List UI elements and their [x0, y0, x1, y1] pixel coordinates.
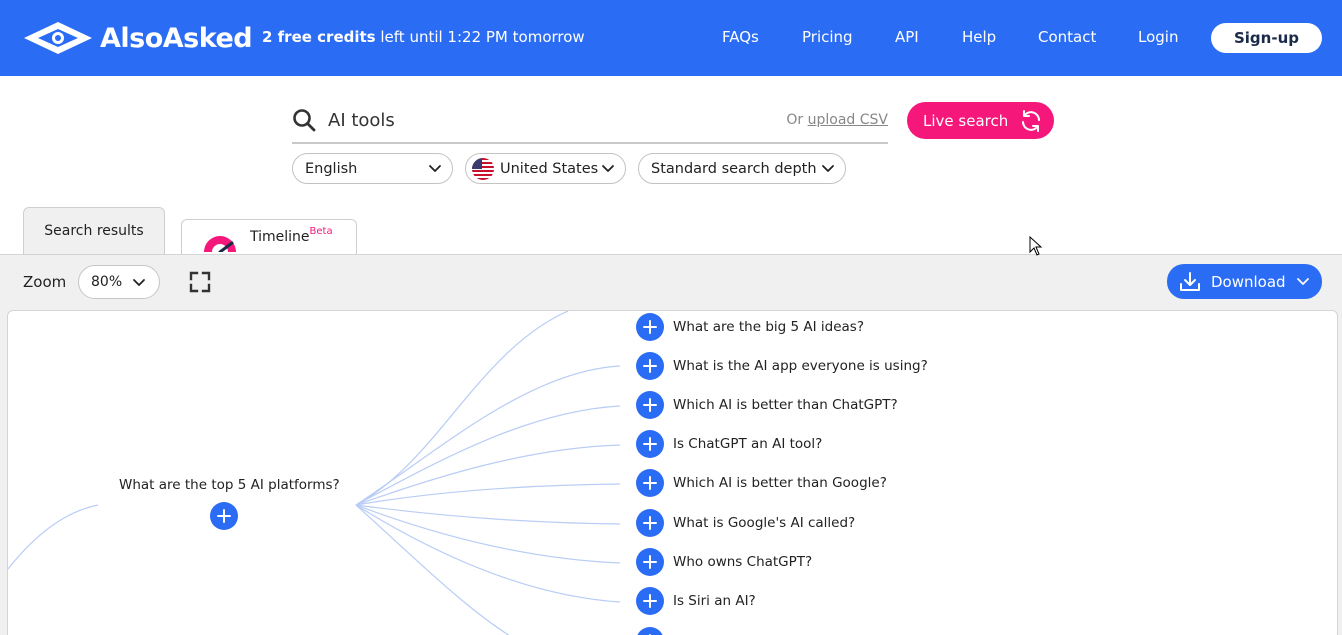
nav-api[interactable]: API	[895, 28, 919, 46]
chevron-down-icon	[133, 279, 145, 286]
upload-csv-option: Or upload CSV	[786, 112, 888, 128]
signup-button[interactable]: Sign-up	[1211, 23, 1322, 53]
search-icon	[293, 109, 316, 132]
chevron-down-icon	[1297, 278, 1309, 285]
us-flag-icon	[472, 157, 494, 180]
child-question: What are the big 5 AI ideas?	[636, 313, 864, 341]
expand-question-button[interactable]	[636, 391, 664, 419]
or-text: Or	[786, 112, 804, 128]
chevron-down-icon	[822, 165, 834, 172]
chevron-down-icon	[429, 165, 441, 172]
timeline-gauge-icon	[204, 236, 236, 252]
child-question: Which AI is better than Google?	[636, 469, 887, 497]
nav-help[interactable]: Help	[962, 28, 996, 46]
question-text[interactable]: Is ChatGPT an AI tool?	[673, 436, 822, 452]
credits-count: 2 free credits	[262, 28, 376, 46]
expand-question-button[interactable]	[636, 548, 664, 576]
tab-search-results[interactable]: Search results	[23, 207, 165, 254]
question-text[interactable]: Is Siri an AI?	[673, 593, 756, 609]
timeline-label: Timeline	[250, 229, 310, 245]
nav-faqs[interactable]: FAQs	[722, 28, 759, 46]
beta-badge: Beta	[309, 225, 333, 237]
question-text[interactable]: Who owns ChatGPT?	[673, 554, 812, 570]
language-value: English	[305, 160, 358, 177]
fullscreen-icon[interactable]	[189, 271, 211, 293]
logo[interactable]: AlsoAsked	[22, 20, 253, 56]
zoom-label: Zoom	[23, 273, 67, 291]
top-navigation-bar: AlsoAsked 2 free credits left until 1:22…	[0, 0, 1342, 76]
tab-timeline[interactable]: Timeline Beta	[181, 219, 357, 254]
region-dropdown[interactable]: United States	[465, 153, 626, 184]
alsoasked-logo-icon	[24, 22, 92, 54]
child-question: What is Google's AI called?	[636, 509, 855, 537]
expand-question-button[interactable]	[636, 509, 664, 537]
child-question: What is the AI app everyone is using?	[636, 352, 928, 380]
chevron-down-icon	[602, 165, 614, 172]
search-bar: Or upload CSV	[292, 98, 888, 144]
question-text[interactable]: Which AI is better than ChatGPT?	[673, 397, 898, 413]
download-label: Download	[1211, 272, 1286, 291]
nav-login[interactable]: Login	[1138, 28, 1178, 46]
expand-root-button[interactable]	[210, 502, 238, 530]
question-text[interactable]: What is the AI app everyone is using?	[673, 358, 928, 374]
credits-expiry: left until 1:22 PM tomorrow	[380, 28, 585, 46]
expand-question-button[interactable]	[636, 352, 664, 380]
nav-pricing[interactable]: Pricing	[802, 28, 853, 46]
expand-question-button[interactable]	[636, 469, 664, 497]
expand-question-button[interactable]	[636, 430, 664, 458]
root-question: What are the top 5 AI platforms?	[119, 477, 340, 493]
child-question: Which AI is better than ChatGPT?	[636, 391, 898, 419]
zoom-dropdown[interactable]: 80%	[78, 265, 160, 299]
live-search-button[interactable]: Live search	[907, 102, 1054, 139]
logo-text: AlsoAsked	[100, 22, 253, 54]
credits-notice: 2 free credits left until 1:22 PM tomorr…	[262, 28, 585, 46]
region-value: United States	[500, 160, 599, 177]
download-icon	[1180, 272, 1200, 291]
expand-question-button[interactable]	[636, 587, 664, 615]
upload-csv-link[interactable]: upload CSV	[808, 112, 888, 128]
zoom-value: 80%	[91, 274, 123, 290]
search-depth-dropdown[interactable]: Standard search depth	[638, 153, 846, 184]
language-dropdown[interactable]: English	[292, 153, 453, 184]
live-search-label: Live search	[923, 111, 1009, 130]
question-text[interactable]: What is Google's AI called?	[673, 515, 855, 531]
search-input[interactable]	[328, 106, 768, 134]
child-question: Is Siri an AI?	[636, 587, 756, 615]
question-text[interactable]: Which AI is better than Google?	[673, 475, 887, 491]
mouse-cursor-icon	[1029, 236, 1043, 256]
question-map-canvas[interactable]: What are the top 5 AI platforms? What ar…	[7, 310, 1338, 635]
expand-question-button[interactable]	[636, 313, 664, 341]
question-text[interactable]: What are the big 5 AI ideas?	[673, 319, 864, 335]
refresh-icon	[1022, 110, 1040, 132]
nav-contact[interactable]: Contact	[1038, 28, 1096, 46]
depth-value: Standard search depth	[651, 160, 817, 177]
child-question: Is ChatGPT an AI tool?	[636, 430, 822, 458]
download-button[interactable]: Download	[1167, 264, 1322, 299]
child-question: Who owns ChatGPT?	[636, 548, 812, 576]
